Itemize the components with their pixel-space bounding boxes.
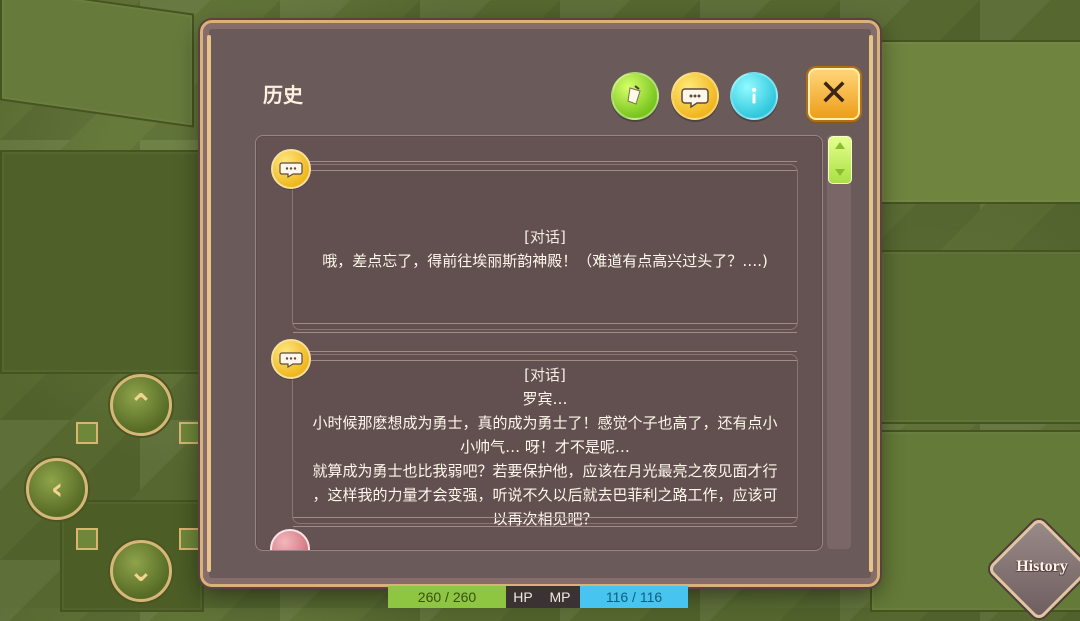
- mp-value: 116 / 116: [580, 586, 688, 608]
- close-button[interactable]: ✕: [808, 68, 860, 120]
- info-icon: [751, 87, 757, 104]
- entry-label: [对话]: [524, 366, 566, 384]
- dpad-up-button[interactable]: ⌃: [110, 374, 172, 436]
- dpad-corner: [179, 528, 201, 550]
- speech-bubble-icon: [681, 88, 709, 108]
- entry-line: 小帅气… 呀！才不是呢…: [460, 438, 630, 456]
- scene-block: [880, 40, 1080, 204]
- dpad-corner: [179, 422, 201, 444]
- dialog-filter-button[interactable]: [671, 72, 719, 120]
- speech-bubble-icon: [271, 339, 311, 379]
- entry-line: 小时候那麽想成为勇士，真的成为勇士了！感觉个子也高了，还有点小: [312, 414, 778, 432]
- history-entry: [对话] 哦，差点忘了，得前往埃丽斯韵神殿！（难道有点高兴过头了？….): [271, 149, 798, 333]
- hp-label: HP: [506, 586, 540, 608]
- scene-block: [0, 0, 194, 128]
- entry-line: 哦，差点忘了，得前往埃丽斯韵神殿！（难道有点高兴过头了？….): [322, 252, 768, 270]
- info-filter-button[interactable]: [730, 72, 778, 120]
- history-window: 历史 ✕ [对话] 哦，差点忘了，得前往埃丽斯韵神殿！（难道有点高兴过头了？….…: [200, 20, 880, 587]
- dpad-left-button[interactable]: ‹: [26, 458, 88, 520]
- dpad-corner: [76, 528, 98, 550]
- speech-bubble-icon: [271, 149, 311, 189]
- quest-filter-button[interactable]: [611, 72, 659, 120]
- history-button-label: History: [1016, 558, 1068, 575]
- history-list[interactable]: [对话] 哦，差点忘了，得前往埃丽斯韵神殿！（难道有点高兴过头了？….) [对话…: [255, 135, 823, 551]
- entry-line: ，这样我的力量才会变强，听说不久以后就去巴菲利之路工作，应该可: [312, 486, 778, 504]
- entry-line: 罗宾…: [522, 390, 568, 408]
- entry-line: 就算成为勇士也比我弱吧？若要保护他，应该在月光最亮之夜见面才行: [312, 462, 778, 480]
- status-bar: 260 / 260 HP MP 116 / 116: [388, 586, 688, 608]
- scene-block: [880, 250, 1080, 424]
- window-title: 历史: [263, 83, 303, 107]
- scene-block: [0, 150, 214, 374]
- dpad-down-button[interactable]: ⌄: [110, 540, 172, 602]
- scroll-thumb[interactable]: [828, 136, 852, 184]
- entry-line: 以再次相见吧？: [492, 510, 598, 528]
- entry-text: [对话] 哦，差点忘了，得前往埃丽斯韵神殿！（难道有点高兴过头了？….): [307, 225, 783, 273]
- close-icon: ✕: [818, 73, 850, 114]
- mp-label: MP: [540, 586, 580, 608]
- hp-value: 260 / 260: [388, 586, 506, 608]
- entry-text: [对话] 罗宾… 小时候那麽想成为勇士，真的成为勇士了！感觉个子也高了，还有点小…: [307, 363, 783, 531]
- history-entry: [对话] 罗宾… 小时候那麽想成为勇士，真的成为勇士了！感觉个子也高了，还有点小…: [271, 339, 798, 528]
- quest-scroll-icon: [627, 85, 641, 105]
- scroll-down-icon: [835, 169, 845, 176]
- entry-label: [对话]: [524, 228, 566, 246]
- pencil-icon: [270, 529, 310, 550]
- dpad-corner: [76, 422, 98, 444]
- scrollbar[interactable]: [827, 135, 852, 549]
- scroll-up-icon: [835, 142, 845, 149]
